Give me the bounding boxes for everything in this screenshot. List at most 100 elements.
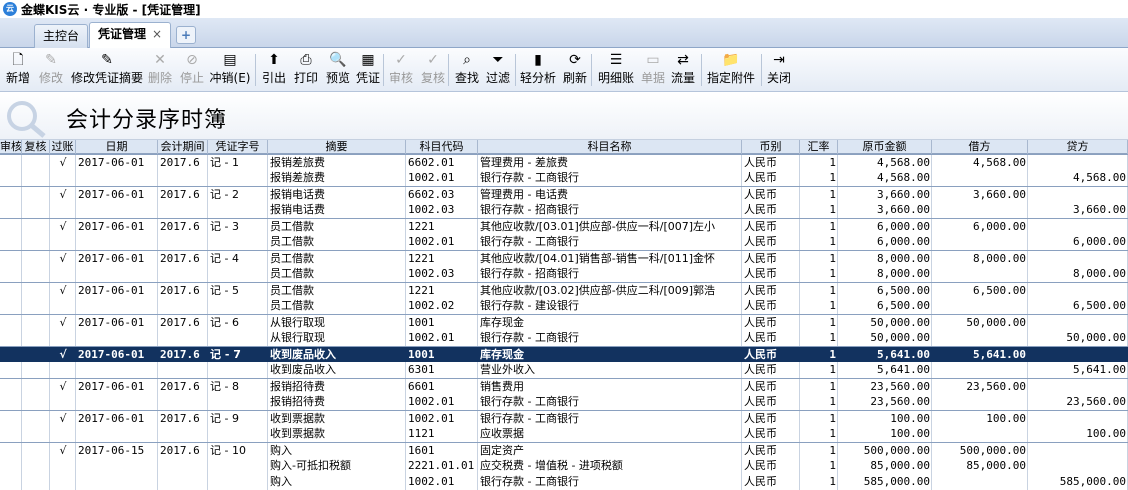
tab-label: 主控台 (43, 29, 80, 43)
column-header[interactable]: 过账 (50, 140, 76, 154)
table-row[interactable]: √ 2017-06-01 2017.6 记 - 7 收到废品收入 1001 库存现金 人民币 1… (0, 346, 1128, 362)
cell-name: 银行存款 - 建设银行 (480, 299, 579, 312)
cell-posted (50, 202, 76, 218)
column-header[interactable]: 审核 (0, 140, 22, 154)
cell-code: 6301 (408, 363, 435, 376)
toolbar-label: 过滤 (485, 71, 510, 85)
cell-rate: 1 (829, 284, 836, 297)
column-header[interactable]: 科目代码 (406, 140, 478, 154)
cell-voucher (208, 266, 268, 282)
print-button[interactable]: ⎙ 打印 (290, 51, 322, 89)
cell-amount: 50,000.00 (870, 316, 930, 329)
toolbar-label: 冲销(E) (209, 71, 251, 85)
add-tab-button[interactable]: + (176, 26, 196, 44)
table-row[interactable]: 收到废品收入 6301 营业外收入 人民币 1 5,641.00 5,641.00 (0, 362, 1128, 378)
cell-summary: 员工借款 (270, 267, 314, 280)
column-header[interactable]: 贷方 (1028, 140, 1128, 154)
table-row[interactable]: √ 2017-06-01 2017.6 记 - 2 报销电话费 6602.03 管理费用 -… (0, 186, 1128, 202)
cell-currency: 人民币 (744, 475, 777, 488)
filter-button[interactable]: ⏷ 过滤 (482, 51, 514, 89)
table-row[interactable]: √ 2017-06-15 2017.6 记 - 10 购入 1601 固定资产 人民币 1 500… (0, 442, 1128, 458)
cell-code: 1221 (408, 252, 435, 265)
cell-name: 销售费用 (480, 380, 524, 393)
voucher-grid[interactable]: √ 2017-06-01 2017.6 记 - 1 报销差旅费 6602.01 管理费用 -… (0, 154, 1128, 490)
column-header[interactable]: 币别 (742, 140, 800, 154)
cell-period: 2017.6 (160, 316, 200, 329)
cell-summary: 员工借款 (270, 220, 314, 233)
table-row[interactable]: √ 2017-06-01 2017.6 记 - 8 报销招待费 6601 销售费用 人民币 1 2… (0, 378, 1128, 394)
table-row[interactable]: 收到票据款 1121 应收票据 人民币 1 100.00 100.00 (0, 426, 1128, 442)
table-row[interactable]: √ 2017-06-01 2017.6 记 - 6 从银行取现 1001 库存现金 人民币 1 5… (0, 314, 1128, 330)
cell-summary: 员工借款 (270, 252, 314, 265)
tab-voucher-management[interactable]: 凭证管理 × (89, 22, 172, 48)
cell-rate: 1 (829, 252, 836, 265)
preview-button[interactable]: 🔍 预览 (322, 51, 354, 89)
attachment-button[interactable]: 📁 指定附件 (704, 51, 758, 89)
column-header[interactable]: 凭证字号 (208, 140, 268, 154)
cell-currency: 人民币 (744, 380, 777, 393)
exit-button[interactable]: ⇥ 关闭 (764, 51, 794, 89)
table-row[interactable]: 员工借款 1002.03 银行存款 - 招商银行 人民币 1 8,000.00 8,000.… (0, 266, 1128, 282)
table-row[interactable]: 购入-可抵扣税额 2221.01.01 应交税费 - 增值税 - 进项税额 人民币 1 8… (0, 458, 1128, 474)
cell-name: 其他应收款/[03.01]供应部-供应一科/[007]左小 (480, 220, 716, 233)
column-header[interactable]: 科目名称 (478, 140, 742, 154)
column-header[interactable]: 摘要 (268, 140, 406, 154)
table-row[interactable]: 从银行取现 1002.01 银行存款 - 工商银行 人民币 1 50,000.00 50,0… (0, 330, 1128, 346)
cell-code: 1002.01 (408, 331, 455, 344)
cell-name: 银行存款 - 工商银行 (480, 475, 579, 488)
cell-debit: 5,641.00 (973, 348, 1026, 361)
cell-period: 2017.6 (160, 380, 200, 393)
table-row[interactable]: 员工借款 1002.01 银行存款 - 工商银行 人民币 1 6,000.00 6,000.… (0, 234, 1128, 250)
table-row[interactable]: 报销差旅费 1002.01 银行存款 - 工商银行 人民币 1 4,568.00 4,568… (0, 170, 1128, 186)
audit-icon: ✓ (395, 52, 407, 68)
toolbar-separator (591, 54, 592, 86)
toolbar-separator (701, 54, 702, 86)
cell-currency: 人民币 (744, 156, 777, 169)
cell-voucher (208, 330, 268, 346)
cell-rate: 1 (829, 188, 836, 201)
cell-code: 1002.01 (408, 412, 455, 425)
table-row[interactable]: 报销电话费 1002.03 银行存款 - 招商银行 人民币 1 3,660.00 3,660… (0, 202, 1128, 218)
cell-currency: 人民币 (744, 412, 777, 425)
cell-credit: 100.00 (1086, 427, 1126, 440)
reverse-button[interactable]: ▤ 冲销(E) (207, 51, 253, 89)
table-row[interactable]: 员工借款 1002.02 银行存款 - 建设银行 人民币 1 6,500.00 6,500.… (0, 298, 1128, 314)
cell-voucher (208, 394, 268, 410)
cell-credit (1028, 283, 1128, 299)
cell-period: 2017.6 (160, 412, 200, 425)
column-header[interactable]: 汇率 (800, 140, 838, 154)
table-row[interactable]: √ 2017-06-01 2017.6 记 - 4 员工借款 1221 其他应收款/[04.… (0, 250, 1128, 266)
table-row[interactable]: √ 2017-06-01 2017.6 记 - 9 收到票据款 1002.01 银行存款 -… (0, 410, 1128, 426)
close-tab-icon[interactable]: × (152, 27, 162, 41)
analysis-button[interactable]: ▮ 轻分析 (518, 51, 558, 89)
cell-posted (50, 458, 76, 474)
find-button[interactable]: ⌕ 查找 (451, 51, 483, 89)
table-row[interactable]: 报销招待费 1002.01 银行存款 - 工商银行 人民币 1 23,560.00 23,5… (0, 394, 1128, 410)
cell-date (76, 298, 158, 314)
voucher-button[interactable]: ▦ 凭证 (352, 51, 384, 89)
column-header[interactable]: 复核 (22, 140, 50, 154)
cell-voucher (208, 202, 268, 218)
table-row[interactable]: √ 2017-06-01 2017.6 记 - 3 员工借款 1221 其他应收款/[03.… (0, 218, 1128, 234)
cell-date (76, 234, 158, 250)
flow-button[interactable]: ⇄ 流量 (668, 51, 698, 89)
ledger-button[interactable]: ☰ 明细账 (594, 51, 638, 89)
table-row[interactable]: √ 2017-06-01 2017.6 记 - 1 报销差旅费 6602.01 管理费用 -… (0, 154, 1128, 170)
refresh-button[interactable]: ⟳ 刷新 (560, 51, 590, 89)
column-header[interactable]: 原币金额 (838, 140, 932, 154)
toolbar-label: 停止 (179, 71, 204, 85)
column-header[interactable]: 会计期间 (158, 140, 208, 154)
cell-amount: 3,660.00 (877, 203, 930, 216)
table-row[interactable]: √ 2017-06-01 2017.6 记 - 5 员工借款 1221 其他应收款/[03.… (0, 282, 1128, 298)
export-button[interactable]: ⬆ 引出 (258, 51, 290, 89)
cell-credit: 4,568.00 (1073, 171, 1126, 184)
column-header[interactable]: 日期 (76, 140, 158, 154)
edit-summary-button[interactable]: ✎ 修改凭证摘要 (68, 51, 146, 89)
new-doc-button[interactable]: 🗋 新增 (3, 51, 33, 89)
tab-console[interactable]: 主控台 (34, 24, 89, 48)
cell-period (158, 458, 208, 474)
column-header[interactable]: 借方 (932, 140, 1028, 154)
toolbar-separator (255, 54, 256, 86)
table-row[interactable]: 购入 1002.01 银行存款 - 工商银行 人民币 1 585,000.00 585,00… (0, 474, 1128, 490)
cell-date: 2017-06-01 (78, 348, 145, 361)
